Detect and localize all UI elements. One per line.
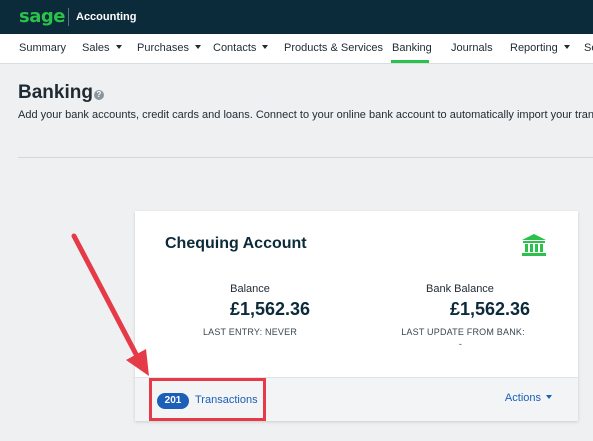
nav-products-services-label: Products & Services [284, 42, 384, 54]
nav-reporting[interactable]: Reporting [510, 42, 570, 54]
nav-reporting-label: Reporting [510, 42, 558, 54]
bank-balance-label: Bank Balance [426, 283, 494, 295]
sage-logo[interactable]: sage [19, 6, 65, 27]
balance-value: £1,562.36 [229, 299, 311, 319]
nav-banking-label: Banking [392, 42, 432, 54]
page-description: Add your bank accounts, credit cards and… [18, 109, 593, 121]
nav-journals[interactable]: Journals [451, 42, 493, 54]
account-name[interactable]: Chequing Account [165, 235, 307, 253]
nav-sales-label: Sales [82, 42, 110, 54]
top-bar: sage Accounting [0, 0, 593, 34]
balance-label: Balance [230, 283, 270, 295]
nav-summary-label: Summary [19, 42, 67, 54]
page-title: Banking [18, 82, 93, 103]
active-tab-indicator [391, 60, 429, 63]
main-nav: Summary Sales Purchases Contacts Product… [0, 34, 593, 64]
nav-products-services[interactable]: Products & Services [284, 42, 383, 54]
bank-balance-value: £1,562.36 [449, 299, 531, 319]
annotation-highlight-box [149, 378, 266, 421]
chevron-down-icon [546, 395, 552, 399]
chevron-down-icon [115, 45, 122, 49]
nav-journals-label: Journals [451, 42, 493, 54]
nav-banking[interactable]: Banking [392, 42, 432, 54]
nav-summary[interactable]: Summary [19, 42, 66, 54]
section-divider [18, 157, 593, 158]
chevron-down-icon [194, 45, 201, 49]
chevron-down-icon [563, 45, 570, 49]
question-icon[interactable]: ? [94, 90, 104, 100]
nav-sales[interactable]: Sales [82, 42, 122, 54]
nav-settings-partial[interactable]: Se [584, 42, 593, 54]
last-update-text: LAST UPDATE FROM BANK: [401, 327, 525, 337]
app-name: Accounting [76, 11, 137, 23]
nav-purchases[interactable]: Purchases [137, 42, 201, 54]
bank-icon [522, 234, 546, 256]
nav-settings-label: Se [584, 42, 593, 54]
nav-contacts[interactable]: Contacts [213, 42, 269, 54]
last-update-value: - [458, 339, 463, 349]
header-divider [68, 8, 69, 26]
nav-contacts-label: Contacts [213, 42, 257, 54]
last-entry-text: LAST ENTRY: NEVER [202, 327, 298, 337]
actions-label: Actions [504, 392, 541, 404]
nav-purchases-label: Purchases [137, 42, 189, 54]
actions-dropdown[interactable]: Actions [505, 392, 552, 404]
chevron-down-icon [262, 45, 269, 49]
